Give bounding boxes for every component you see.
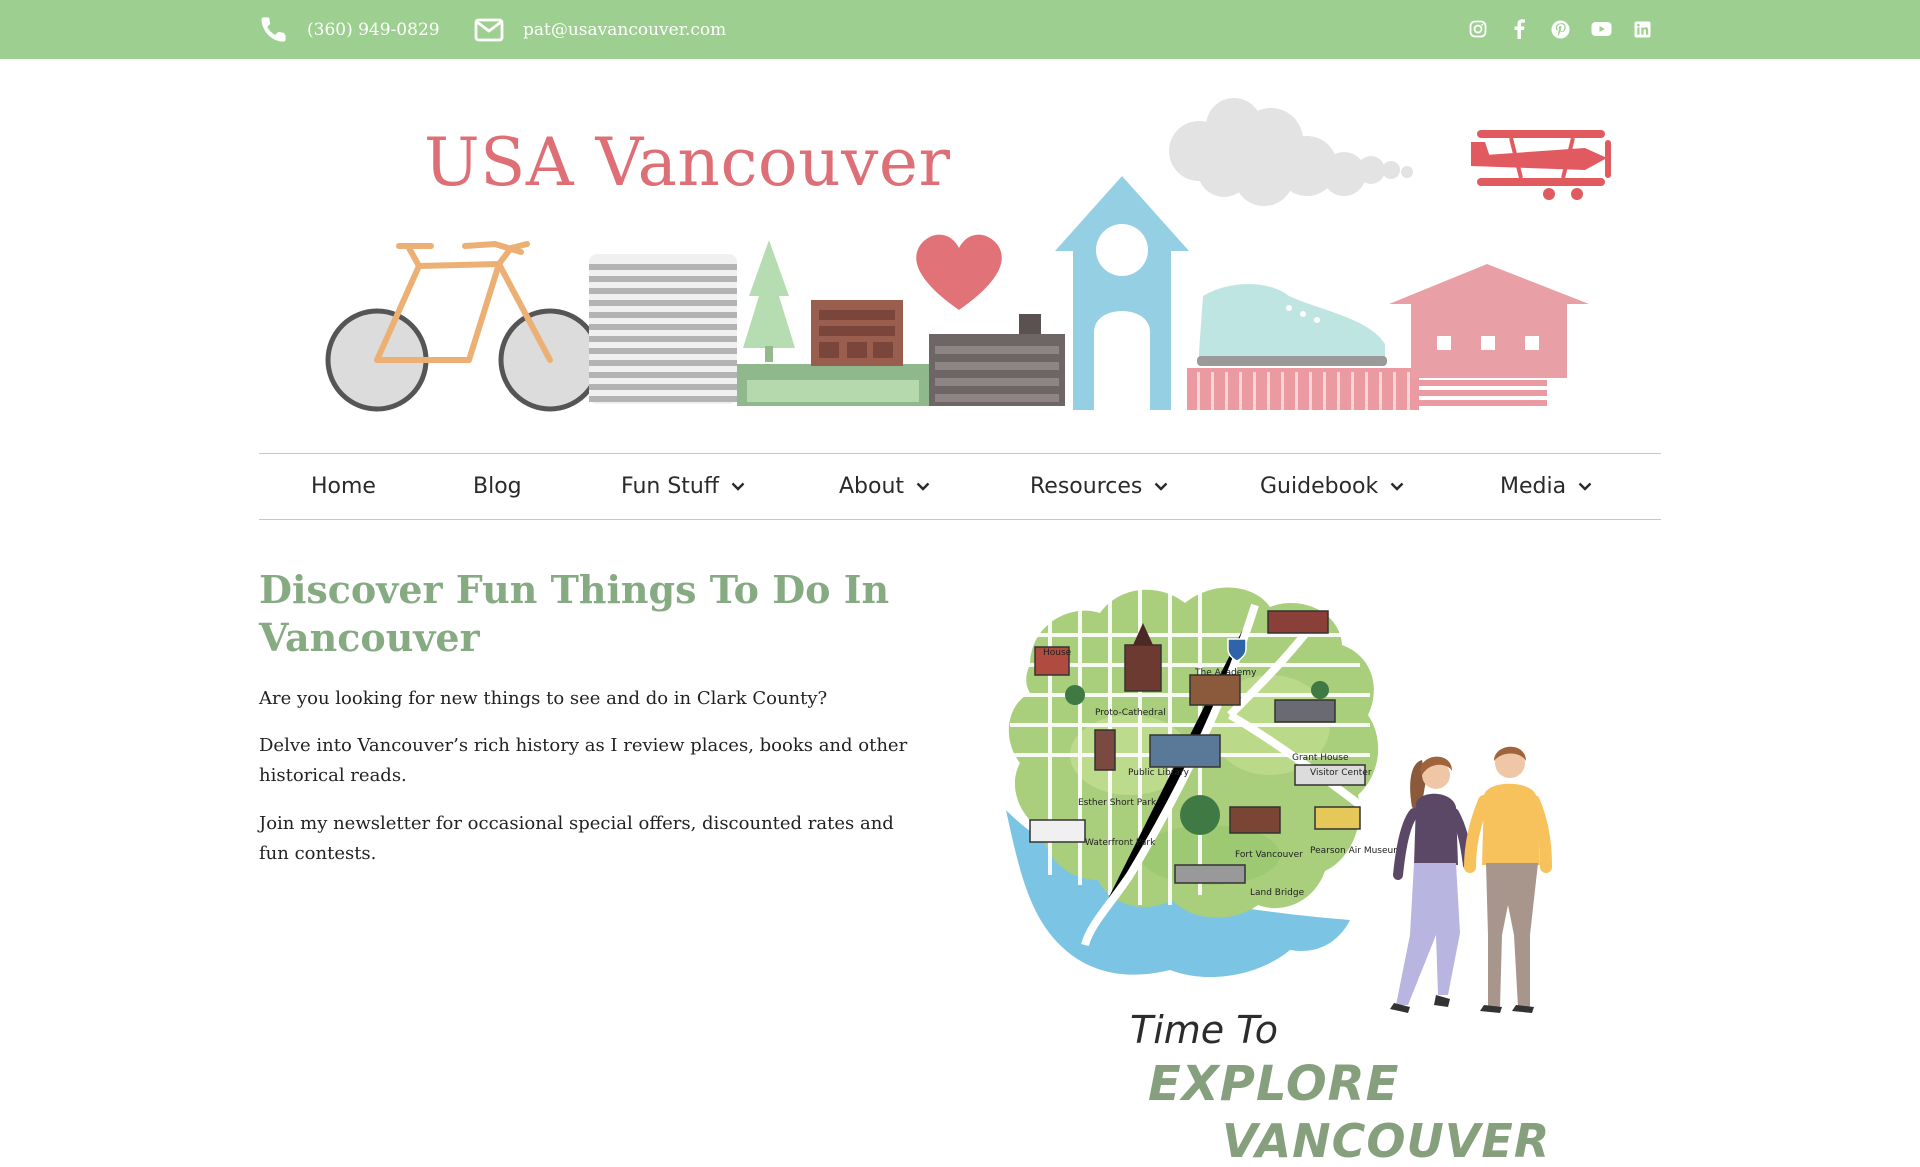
cloud-icon [1169, 98, 1413, 206]
instagram-icon [1469, 20, 1487, 38]
instagram-link[interactable] [1466, 17, 1490, 41]
explore-text: EXPLORE [1148, 1056, 1400, 1112]
map-label: Land Bridge [1250, 888, 1305, 898]
phone-link[interactable]: (360) 949-0829 [259, 0, 440, 59]
map-label: Public Library [1128, 768, 1190, 778]
airplane-icon [1471, 130, 1611, 200]
nav-blog[interactable]: Blog [473, 454, 522, 519]
newsletter-paragraph: Join my newsletter for occasional specia… [259, 813, 894, 864]
social-icons [1466, 17, 1666, 41]
nav-label: Fun Stuff [621, 474, 720, 499]
picket-fence [1187, 368, 1419, 410]
intro-paragraph: Are you looking for new things to see an… [259, 688, 828, 709]
map-label: House [1043, 648, 1072, 658]
dark-building [929, 314, 1065, 406]
nav-label: Home [311, 474, 376, 499]
nav-about[interactable]: About [839, 454, 930, 519]
envelope-icon [474, 18, 504, 41]
pinterest-icon [1550, 19, 1570, 39]
facebook-link[interactable] [1507, 17, 1531, 41]
chevron-down-icon [731, 482, 745, 491]
sneaker-icon [1197, 284, 1387, 366]
nav-label: Media [1500, 474, 1567, 499]
vancouver-text: VANCOUVER [1222, 1114, 1551, 1167]
linkedin-icon [1634, 21, 1650, 37]
heart-icon [916, 234, 1002, 310]
nav-label: Resources [1030, 474, 1143, 499]
youtube-link[interactable] [1589, 17, 1613, 41]
email-link[interactable]: pat@usavancouver.com [474, 0, 726, 59]
nav-guidebook[interactable]: Guidebook [1260, 454, 1404, 519]
nav-label: Guidebook [1260, 474, 1379, 499]
map-label: The Academy [1194, 668, 1257, 678]
page-heading: Discover Fun Things To Do In Vancouver [259, 567, 890, 660]
map-label: Pearson Air Museum [1310, 846, 1402, 856]
nav-home[interactable]: Home [311, 454, 376, 519]
youtube-icon [1591, 22, 1611, 36]
map-label: Esther Short Park [1078, 798, 1157, 808]
map-label: Grant House [1292, 753, 1349, 763]
map-label: Waterfront Park [1085, 838, 1156, 848]
walking-couple [1390, 746, 1552, 1013]
map-label: Fort Vancouver [1235, 850, 1303, 860]
nav-fun-stuff[interactable]: Fun Stuff [621, 454, 745, 519]
clock-tower [1055, 176, 1189, 410]
header-illustration [325, 98, 1611, 412]
map-label: Proto-Cathedral [1095, 708, 1166, 718]
header-banner: USA Vancouver [259, 96, 1661, 421]
top-contact-bar: (360) 949-0829 pat@usavancouver.com [0, 0, 1920, 59]
nav-label: Blog [473, 474, 522, 499]
brick-building [811, 300, 903, 366]
pine-tree [743, 240, 795, 362]
chevron-down-icon [916, 482, 930, 491]
city-map-illustration: House Proto-Cathedral The Academy Public… [1006, 585, 1552, 1013]
bicycle-icon [325, 241, 602, 412]
main-nav: Home Blog Fun Stuff About Resources Guid… [259, 453, 1661, 520]
chevron-down-icon [1155, 482, 1168, 491]
time-to-text: Time To [1130, 1008, 1279, 1052]
email-address: pat@usavancouver.com [523, 19, 727, 40]
nav-media[interactable]: Media [1500, 454, 1592, 519]
history-paragraph: Delve into Vancouver’s rich history as I… [259, 735, 908, 786]
nav-resources[interactable]: Resources [1030, 454, 1168, 519]
linkedin-link[interactable] [1630, 17, 1654, 41]
chevron-down-icon [1578, 482, 1592, 491]
map-label: Visitor Center [1310, 768, 1372, 778]
pink-house [1389, 264, 1589, 406]
phone-number: (360) 949-0829 [307, 19, 440, 40]
pinterest-link[interactable] [1548, 17, 1572, 41]
chevron-down-icon [1390, 482, 1404, 491]
phone-icon [261, 17, 286, 42]
office-building [589, 254, 737, 404]
facebook-icon [1514, 19, 1525, 39]
nav-label: About [839, 474, 905, 499]
